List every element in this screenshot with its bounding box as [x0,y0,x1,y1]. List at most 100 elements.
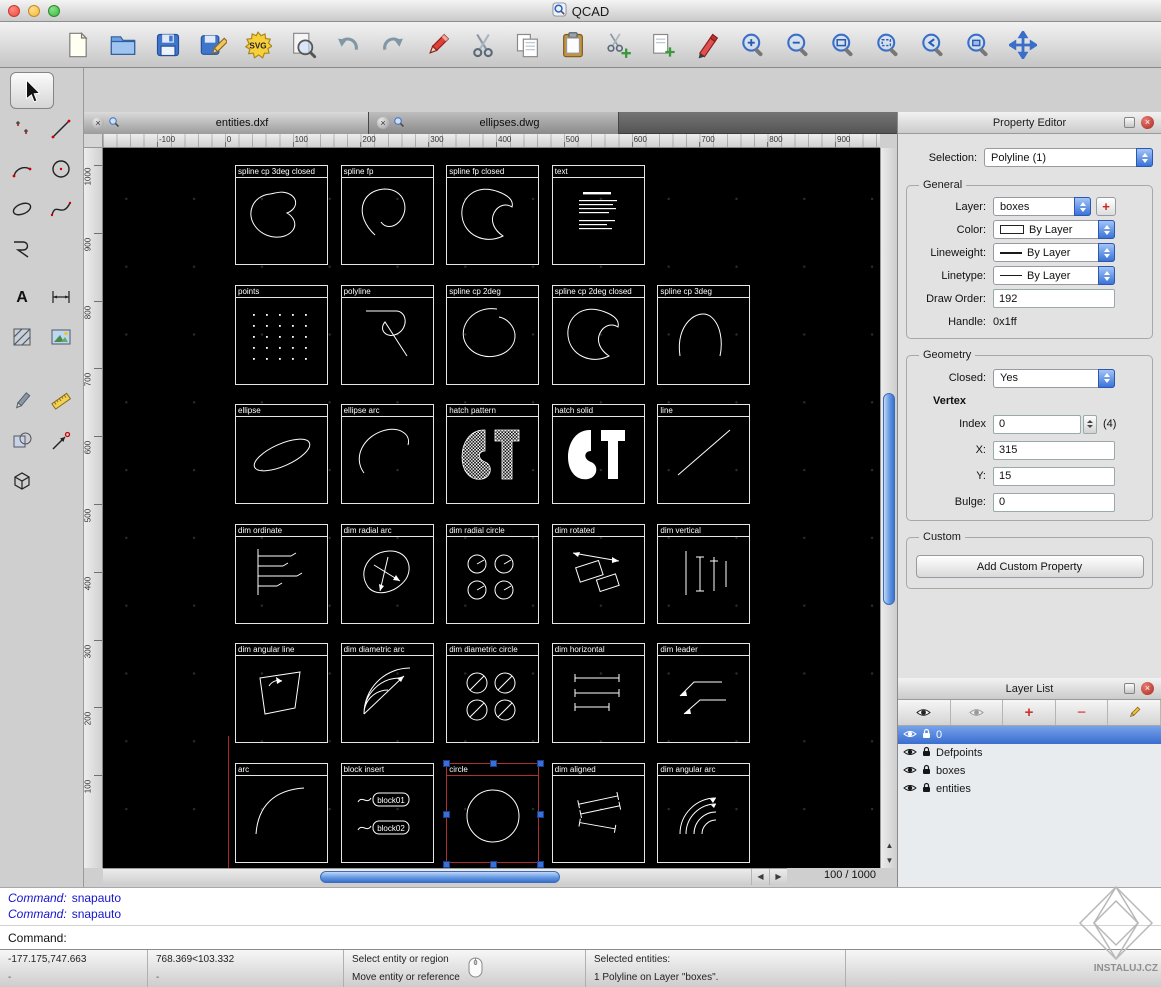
layer-row-entities[interactable]: entities [898,780,1161,798]
entity-dim-horizontal[interactable]: dim horizontal [552,643,645,743]
entity-ellipse[interactable]: ellipse [235,404,328,504]
vertex-index-spinner[interactable] [1083,415,1097,434]
layer-row-0[interactable]: 0 [898,726,1161,744]
entity-spline-fp-closed[interactable]: spline fp closed [446,165,539,265]
layer-lock-icon[interactable] [922,782,931,796]
entity-dim-leader[interactable]: dim leader [657,643,750,743]
entity-polyline[interactable]: polyline [341,285,434,385]
drawing-canvas[interactable]: spline cp 3deg closedspline fpspline fp … [103,148,880,868]
cut-with-reference-button[interactable] [602,28,634,62]
pan-button[interactable] [1007,28,1039,62]
spline-tool[interactable] [44,192,78,226]
line-tool[interactable] [44,112,78,146]
entity-dim-ordinate[interactable]: dim ordinate [235,524,328,624]
zoom-redraw-button[interactable] [872,28,904,62]
undo-button[interactable] [332,28,364,62]
erase-button[interactable] [422,28,454,62]
image-tool[interactable] [44,320,78,354]
edit-layer-button[interactable] [1108,700,1161,725]
layer-row-Defpoints[interactable]: Defpoints [898,744,1161,762]
selection-handle[interactable] [490,760,497,767]
layer-visibility-icon[interactable] [903,729,917,742]
auto-zoom-button[interactable] [827,28,859,62]
undock-layer-list-button[interactable] [1124,683,1135,694]
print-preview-button[interactable] [287,28,319,62]
zoom-in-button[interactable] [737,28,769,62]
ellipse-tool[interactable] [5,192,39,226]
previous-view-button[interactable] [917,28,949,62]
svg-export-button[interactable]: SVG [242,28,274,62]
tab-ellipses.dwg[interactable]: ×ellipses.dwg [369,112,619,134]
vertical-scrollbar[interactable]: ▲ ▼ [880,148,897,868]
entity-hatch-pattern[interactable]: hatch pattern [446,404,539,504]
entity-arc[interactable]: arc [235,763,328,863]
paste-button[interactable] [557,28,589,62]
entity-dim-rotated[interactable]: dim rotated [552,524,645,624]
linetype-combo[interactable]: By Layer [993,266,1115,285]
entity-dim-diametric-arc[interactable]: dim diametric arc [341,643,434,743]
selection-handle[interactable] [443,811,450,818]
entity-line[interactable]: line [657,404,750,504]
scroll-right-button[interactable]: ▶ [769,869,787,885]
zoom-out-button[interactable] [782,28,814,62]
arc-tool[interactable] [5,152,39,186]
entity-text[interactable]: text [552,165,645,265]
entity-spline-cp-3deg-closed[interactable]: spline cp 3deg closed [235,165,328,265]
layer-visibility-icon[interactable] [903,747,917,760]
layer-row-boxes[interactable]: boxes [898,762,1161,780]
layer-lock-icon[interactable] [922,728,931,742]
redo-button[interactable] [377,28,409,62]
layer-visibility-icon[interactable] [903,783,917,796]
scroll-up-button[interactable]: ▲ [881,838,898,853]
solid-tool[interactable] [5,464,39,498]
modify-tool[interactable] [5,384,39,418]
color-combo[interactable]: By Layer [993,220,1115,239]
scroll-down-button[interactable]: ▼ [881,853,898,868]
selection-handle[interactable] [443,861,450,868]
entity-dim-angular-arc[interactable]: dim angular arc [657,763,750,863]
entity-points[interactable]: points [235,285,328,385]
command-prompt-row[interactable]: Command: [0,925,1161,949]
vertex-y-input[interactable]: 15 [993,467,1115,486]
bulge-input[interactable]: 0 [993,493,1115,512]
selection-handle[interactable] [537,861,544,868]
entity-ellipse-arc[interactable]: ellipse arc [341,404,434,504]
scroll-left-button[interactable]: ◀ [751,869,769,885]
snap-tool[interactable] [44,424,78,458]
vertical-scrollbar-thumb[interactable] [883,393,895,605]
measure-tool[interactable] [44,384,78,418]
text-tool[interactable]: A [5,280,39,314]
polyline-tool[interactable] [5,232,39,266]
closed-combo[interactable]: Yes [993,369,1115,388]
layer-visibility-icon[interactable] [903,765,917,778]
close-layer-list-button[interactable]: × [1141,682,1154,695]
add-custom-property-button[interactable]: Add Custom Property [916,555,1144,578]
remove-layer-button[interactable]: − [1056,700,1109,725]
selection-handle[interactable] [537,760,544,767]
new-drawing-button[interactable] [62,28,94,62]
vertex-index-input[interactable]: 0 [993,415,1081,434]
open-drawing-button[interactable] [107,28,139,62]
draw-pen-button[interactable] [692,28,724,62]
entity-circle[interactable]: circle [446,763,539,863]
undock-property-editor-button[interactable] [1124,117,1135,128]
entity-spline-cp-3deg[interactable]: spline cp 3deg [657,285,750,385]
selection-combo[interactable]: Polyline (1) [984,148,1153,167]
tab-entities.dxf[interactable]: ×entities.dxf [84,112,369,134]
entity-spline-cp-2deg[interactable]: spline cp 2deg [446,285,539,385]
entity-dim-vertical[interactable]: dim vertical [657,524,750,624]
entity-spline-fp[interactable]: spline fp [341,165,434,265]
layer-lock-icon[interactable] [922,764,931,778]
hatch-tool[interactable] [5,320,39,354]
zoom-selection-button[interactable] [962,28,994,62]
shape-tool[interactable] [5,424,39,458]
close-property-editor-button[interactable]: × [1141,116,1154,129]
entity-dim-radial-arc[interactable]: dim radial arc [341,524,434,624]
layer-lock-icon[interactable] [922,746,931,760]
entity-dim-aligned[interactable]: dim aligned [552,763,645,863]
close-tab-button[interactable]: × [377,117,389,129]
show-all-layers-button[interactable] [898,700,951,725]
save-drawing-button[interactable] [152,28,184,62]
selection-handle[interactable] [443,760,450,767]
horizontal-scrollbar-thumb[interactable] [320,871,560,883]
